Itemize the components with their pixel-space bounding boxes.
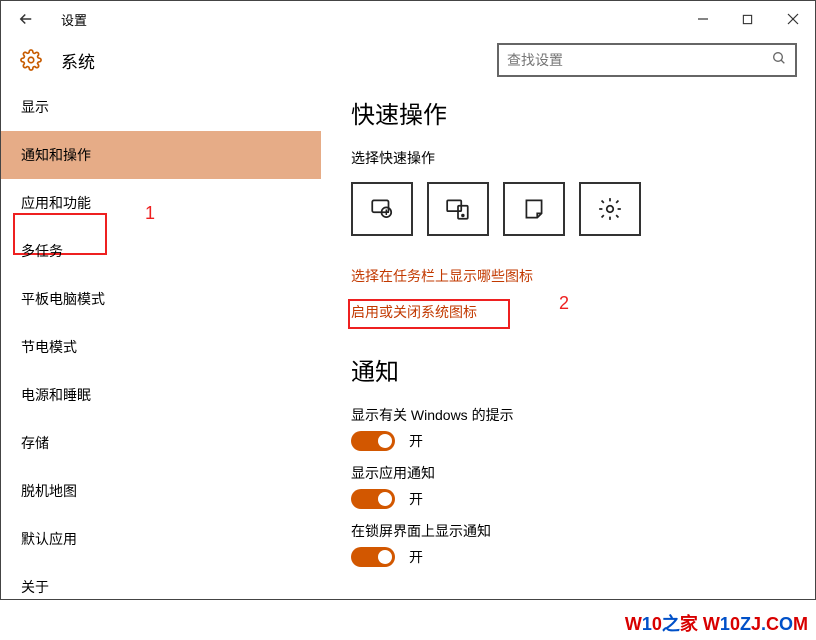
sidebar-item-5[interactable]: 节电模式 — [1, 323, 321, 371]
watermark: W10之家 W10ZJ.COM — [625, 610, 808, 636]
minimize-button[interactable] — [680, 1, 725, 37]
sidebar-item-3[interactable]: 多任务 — [1, 227, 321, 275]
sidebar-item-10[interactable]: 关于 — [1, 563, 321, 599]
tile-all-settings[interactable] — [579, 182, 641, 236]
gear-icon — [19, 48, 43, 72]
notification-setting-2: 在锁屏界面上显示通知开 — [351, 521, 785, 567]
sidebar-item-label: 默认应用 — [21, 529, 77, 549]
sidebar-item-6[interactable]: 电源和睡眠 — [1, 371, 321, 419]
search-icon — [771, 50, 787, 71]
notifications-heading: 通知 — [351, 352, 785, 387]
tile-tablet-mode[interactable] — [351, 182, 413, 236]
sidebar-item-label: 通知和操作 — [21, 145, 91, 165]
header-title: 系统 — [61, 48, 95, 73]
sidebar: 1 显示通知和操作应用和功能多任务平板电脑模式节电模式电源和睡眠存储脱机地图默认… — [1, 83, 321, 599]
quick-actions-subhead: 选择快速操作 — [351, 148, 785, 168]
sidebar-item-9[interactable]: 默认应用 — [1, 515, 321, 563]
sidebar-item-4[interactable]: 平板电脑模式 — [1, 275, 321, 323]
sidebar-item-0[interactable]: 显示 — [1, 83, 321, 131]
annotation-label-2: 2 — [559, 293, 569, 314]
sidebar-item-label: 关于 — [21, 577, 49, 597]
toggle-state-label: 开 — [409, 489, 423, 509]
link-taskbar-icons[interactable]: 选择在任务栏上显示哪些图标 — [351, 266, 785, 286]
quick-action-tiles — [351, 182, 785, 236]
sidebar-item-label: 应用和功能 — [21, 193, 91, 213]
header: 系统 — [1, 37, 815, 83]
sidebar-item-label: 多任务 — [21, 241, 63, 261]
titlebar: 设置 — [1, 1, 815, 37]
window-title: 设置 — [61, 10, 87, 29]
setting-label: 显示应用通知 — [351, 463, 785, 483]
tile-note[interactable] — [503, 182, 565, 236]
notifications-section: 通知 显示有关 Windows 的提示开显示应用通知开在锁屏界面上显示通知开 — [351, 352, 785, 567]
setting-label: 显示有关 Windows 的提示 — [351, 405, 785, 425]
quick-actions-heading: 快速操作 — [351, 95, 785, 130]
notification-setting-0: 显示有关 Windows 的提示开 — [351, 405, 785, 451]
sidebar-item-label: 平板电脑模式 — [21, 289, 105, 309]
toggle-switch[interactable] — [351, 489, 395, 509]
sidebar-item-7[interactable]: 存储 — [1, 419, 321, 467]
sidebar-item-label: 显示 — [21, 97, 49, 117]
sidebar-item-label: 节电模式 — [21, 337, 77, 357]
notification-setting-1: 显示应用通知开 — [351, 463, 785, 509]
sidebar-item-label: 存储 — [21, 433, 49, 453]
maximize-button[interactable] — [725, 1, 770, 37]
search-input[interactable] — [507, 52, 771, 68]
search-box[interactable] — [497, 43, 797, 77]
main-panel: 快速操作 选择快速操作 选择在任务栏上显示哪些图标 启用或关闭系统图标 2 — [321, 83, 815, 599]
toggle-switch[interactable] — [351, 431, 395, 451]
sidebar-item-8[interactable]: 脱机地图 — [1, 467, 321, 515]
toggle-state-label: 开 — [409, 547, 423, 567]
back-button[interactable] — [1, 1, 51, 37]
tile-connect[interactable] — [427, 182, 489, 236]
content: 1 显示通知和操作应用和功能多任务平板电脑模式节电模式电源和睡眠存储脱机地图默认… — [1, 83, 815, 599]
setting-label: 在锁屏界面上显示通知 — [351, 521, 785, 541]
sidebar-item-label: 电源和睡眠 — [21, 385, 91, 405]
sidebar-item-2[interactable]: 应用和功能 — [1, 179, 321, 227]
close-button[interactable] — [770, 1, 815, 37]
sidebar-item-1[interactable]: 通知和操作 — [1, 131, 321, 179]
settings-window: 设置 系统 1 显示通知和操作应用和功能多任务平板电脑模式节电模式电源和睡眠存储… — [0, 0, 816, 600]
sidebar-item-label: 脱机地图 — [21, 481, 77, 501]
toggle-switch[interactable] — [351, 547, 395, 567]
toggle-state-label: 开 — [409, 431, 423, 451]
